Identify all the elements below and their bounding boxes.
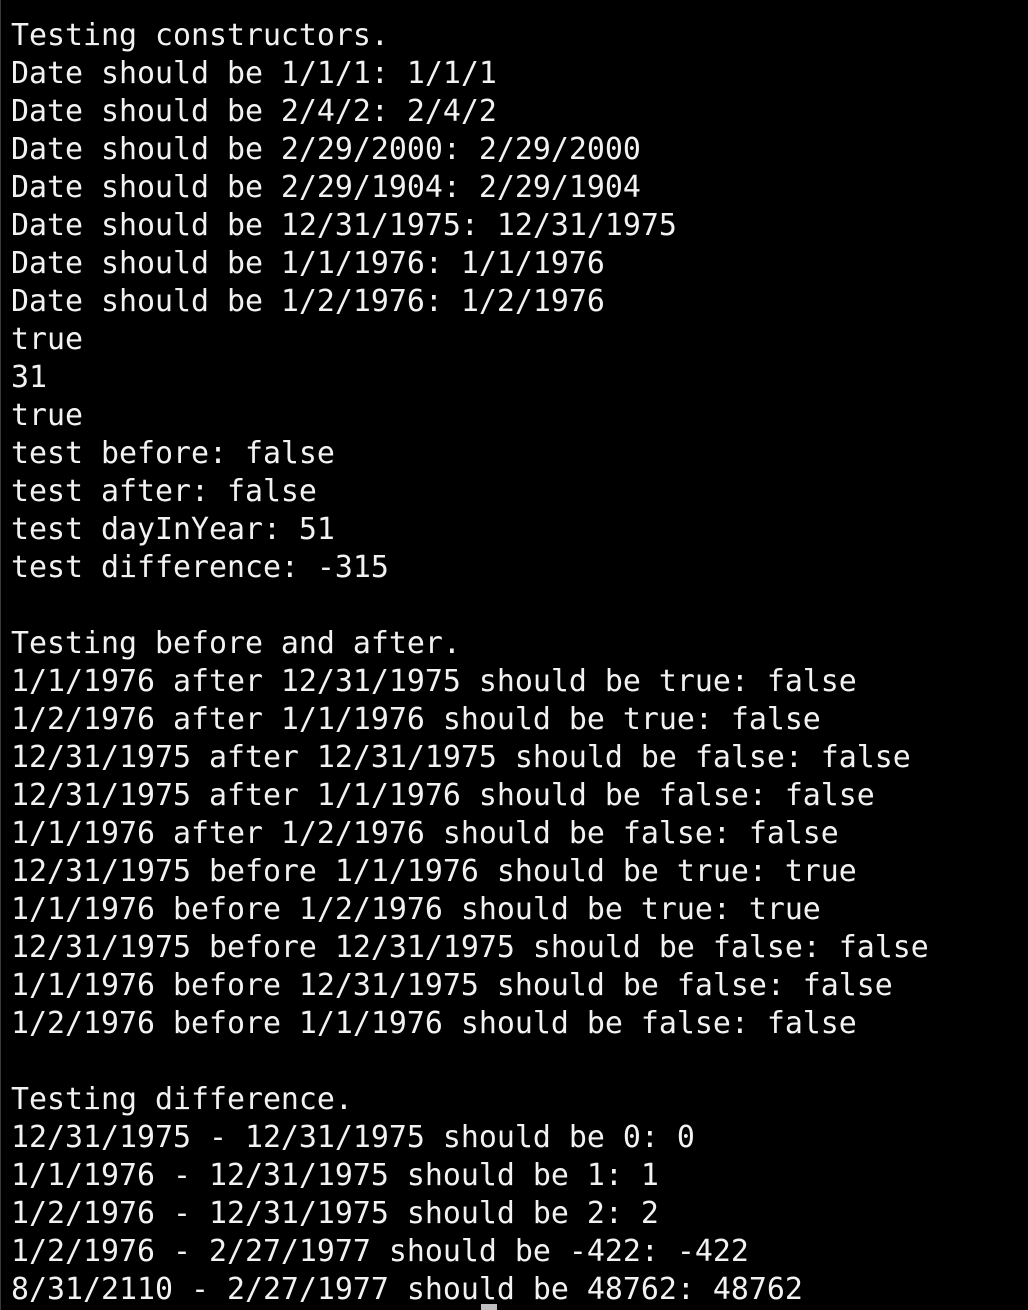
output-line: test dayInYear: 51 bbox=[11, 512, 335, 547]
output-line: 1/1/1976 after 12/31/1975 should be true… bbox=[11, 664, 857, 699]
output-line: Testing difference. bbox=[11, 1082, 353, 1117]
output-line: test before: false bbox=[11, 436, 335, 471]
output-line: 12/31/1975 before 1/1/1976 should be tru… bbox=[11, 854, 857, 889]
output-line: 8/31/2110 - 2/27/1977 should be 48762: 4… bbox=[11, 1272, 803, 1307]
terminal-output: Testing constructors. Date should be 1/1… bbox=[11, 17, 929, 1309]
output-line: Date should be 1/1/1976: 1/1/1976 bbox=[11, 246, 605, 281]
output-line: 1/1/1976 before 12/31/1975 should be fal… bbox=[11, 968, 893, 1003]
output-line: 1/1/1976 before 1/2/1976 should be true:… bbox=[11, 892, 821, 927]
output-line: true bbox=[11, 398, 83, 433]
output-line: test difference: -315 bbox=[11, 550, 389, 585]
output-line: 1/2/1976 - 2/27/1977 should be -422: -42… bbox=[11, 1234, 749, 1269]
output-line: Date should be 1/2/1976: 1/2/1976 bbox=[11, 284, 605, 319]
output-line: 1/2/1976 before 1/1/1976 should be false… bbox=[11, 1006, 857, 1041]
output-line: Testing before and after. bbox=[11, 626, 461, 661]
output-line: test after: false bbox=[11, 474, 317, 509]
output-line: Date should be 2/29/1904: 2/29/1904 bbox=[11, 170, 641, 205]
output-line: 1/1/1976 - 12/31/1975 should be 1: 1 bbox=[11, 1158, 659, 1193]
output-line: 1/2/1976 after 1/1/1976 should be true: … bbox=[11, 702, 821, 737]
output-line: 12/31/1975 - 12/31/1975 should be 0: 0 bbox=[11, 1120, 695, 1155]
terminal-window[interactable]: Testing constructors. Date should be 1/1… bbox=[0, 0, 1028, 1310]
output-line: Testing constructors. bbox=[11, 18, 389, 53]
output-line: 12/31/1975 after 1/1/1976 should be fals… bbox=[11, 778, 875, 813]
output-line: 1/2/1976 - 12/31/1975 should be 2: 2 bbox=[11, 1196, 659, 1231]
output-line: Date should be 2/29/2000: 2/29/2000 bbox=[11, 132, 641, 167]
output-line: 1/1/1976 after 1/2/1976 should be false:… bbox=[11, 816, 839, 851]
output-line: Date should be 12/31/1975: 12/31/1975 bbox=[11, 208, 677, 243]
output-line: 12/31/1975 after 12/31/1975 should be fa… bbox=[11, 740, 911, 775]
terminal-cursor bbox=[481, 1304, 497, 1310]
output-line: true bbox=[11, 322, 83, 357]
output-line: 31 bbox=[11, 360, 47, 395]
output-line: Date should be 2/4/2: 2/4/2 bbox=[11, 94, 497, 129]
output-line: Date should be 1/1/1: 1/1/1 bbox=[11, 56, 497, 91]
output-line: 12/31/1975 before 12/31/1975 should be f… bbox=[11, 930, 929, 965]
